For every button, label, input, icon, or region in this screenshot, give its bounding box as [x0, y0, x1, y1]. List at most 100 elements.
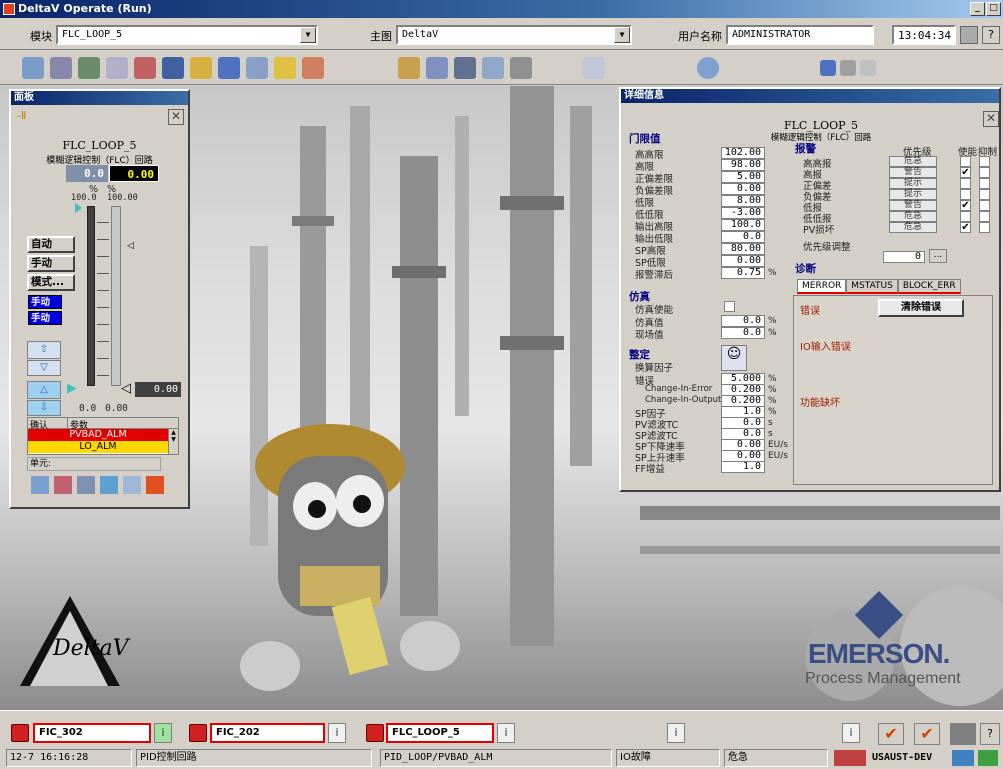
alarm-enable-checkbox[interactable]: ✔	[960, 222, 971, 233]
layout-icon[interactable]	[820, 60, 836, 76]
alarm-suppress-checkbox[interactable]	[979, 156, 990, 167]
limit-value[interactable]: 80.00	[721, 243, 765, 255]
alarm-horn-icon[interactable]	[189, 724, 207, 742]
tuning-value[interactable]: 1.0	[721, 461, 765, 473]
silence-horn-icon[interactable]	[950, 723, 976, 745]
graphics-icon[interactable]	[162, 57, 184, 79]
alarm-horn-icon[interactable]	[366, 724, 384, 742]
print-icon[interactable]	[50, 57, 72, 79]
alarm-priority[interactable]: 危急	[889, 156, 937, 167]
limit-value[interactable]: 102.00	[721, 147, 765, 159]
detail-icon[interactable]	[31, 476, 49, 494]
alarm-list-scrollbar[interactable]: ▲ ▼	[168, 429, 178, 454]
alarm-row-lo[interactable]: LO_ALM	[28, 441, 168, 453]
ack-check-icon[interactable]	[146, 476, 164, 494]
help-button[interactable]: ?	[982, 26, 1000, 44]
navigate-icon[interactable]	[22, 57, 44, 79]
alarm-suppress-checkbox[interactable]	[979, 211, 990, 222]
info-button-fic302[interactable]: i	[154, 723, 172, 743]
clear-errors-button[interactable]: 清除错误	[878, 299, 964, 317]
alarm-suppress-checkbox[interactable]	[979, 167, 990, 178]
limit-value[interactable]: 0.75	[721, 267, 765, 279]
chart-icon[interactable]	[106, 57, 128, 79]
list-icon[interactable]	[302, 57, 324, 79]
minimize-button[interactable]: _	[970, 2, 985, 16]
limit-value[interactable]: 8.00	[721, 195, 765, 207]
tools-icon[interactable]	[510, 57, 532, 79]
help-small-icon[interactable]	[860, 60, 876, 76]
event-chronicle-icon[interactable]	[482, 57, 504, 79]
module-select[interactable]: FLC_LOOP_5 ▼	[56, 25, 318, 45]
mode-select-button[interactable]: 模式...	[27, 274, 75, 291]
alarm-enable-checkbox[interactable]: ✔	[960, 200, 971, 211]
limit-value[interactable]: -3.00	[721, 207, 765, 219]
alarm-horn-icon[interactable]	[11, 724, 29, 742]
trend-icon[interactable]	[77, 476, 95, 494]
output-value[interactable]: 0.00	[135, 382, 181, 397]
lower-fast-button[interactable]: ⇩	[27, 400, 61, 416]
process-history-icon[interactable]	[454, 57, 476, 79]
help-button[interactable]: ?	[980, 723, 1000, 745]
alarm-priority[interactable]: 提示	[889, 189, 937, 200]
main-display-select[interactable]: DeltaV ▼	[396, 25, 632, 45]
alarm-banner-fic302[interactable]: FIC_302	[33, 723, 151, 743]
auto-mode-button[interactable]: 自动	[27, 236, 75, 253]
priority-adjust-button[interactable]: ...	[929, 249, 947, 263]
limit-value[interactable]: 0.0	[721, 231, 765, 243]
clock-icon[interactable]	[697, 57, 719, 79]
alarm-enable-checkbox[interactable]	[960, 178, 971, 189]
tune-icon[interactable]	[100, 476, 118, 494]
alarm-summary-icon[interactable]	[134, 57, 156, 79]
faceplate-icon[interactable]	[78, 57, 100, 79]
manual-mode-button[interactable]: 手动	[27, 255, 75, 272]
tab-merror[interactable]: MERROR	[797, 279, 847, 294]
alarm-priority[interactable]: 提示	[889, 178, 937, 189]
info-button-empty-2[interactable]: i	[842, 723, 860, 743]
print-icon[interactable]	[960, 26, 978, 44]
alarm-suppress-checkbox[interactable]	[979, 200, 990, 211]
alarm-icon[interactable]	[54, 476, 72, 494]
alarm-suppress-checkbox[interactable]	[979, 189, 990, 200]
limit-value[interactable]: 100.0	[721, 219, 765, 231]
alarm-row-pvbad[interactable]: PVBAD_ALM	[28, 429, 168, 441]
alarm-priority[interactable]: 警告	[889, 167, 937, 178]
tuning-robot-icon[interactable]: ☺	[721, 345, 747, 371]
sim-value[interactable]: 0.0	[721, 315, 765, 327]
raise-slow-button[interactable]: ▽	[27, 360, 61, 376]
alarm-suppress-checkbox[interactable]	[979, 178, 990, 189]
alarm-priority[interactable]: 危急	[889, 222, 937, 233]
tab-block-err[interactable]: BLOCK_ERR	[897, 279, 961, 294]
sim-enable-checkbox[interactable]	[724, 301, 735, 312]
window-icon[interactable]	[246, 57, 268, 79]
limit-value[interactable]: 0.00	[721, 255, 765, 267]
alarm-enable-checkbox[interactable]	[960, 211, 971, 222]
alarm-priority[interactable]: 危急	[889, 211, 937, 222]
priority-adjust-value[interactable]: 0	[883, 251, 925, 263]
back-arrow-icon[interactable]	[218, 57, 240, 79]
limit-value[interactable]: 5.00	[721, 171, 765, 183]
chevron-down-icon[interactable]: ▼	[614, 27, 630, 43]
raise-fast-button[interactable]: ⇧	[27, 341, 61, 359]
alarm-enable-checkbox[interactable]: ✔	[960, 167, 971, 178]
alarm-banner-flc-loop5[interactable]: FLC_LOOP_5	[386, 723, 494, 743]
tab-mstatus[interactable]: MSTATUS	[846, 279, 898, 294]
user-login-icon[interactable]	[583, 57, 605, 79]
bell-icon[interactable]	[274, 57, 296, 79]
close-icon[interactable]: ✕	[983, 111, 999, 127]
info-button-empty[interactable]: i	[667, 723, 685, 743]
alarm-banner-fic202[interactable]: FIC_202	[210, 723, 325, 743]
diagnostics-icon[interactable]	[123, 476, 141, 494]
open-folder-icon[interactable]	[190, 57, 212, 79]
alarm-suppress-checkbox[interactable]	[979, 222, 990, 233]
print-small-icon[interactable]	[840, 60, 856, 76]
limit-value[interactable]: 98.00	[721, 159, 765, 171]
maximize-button[interactable]: □	[986, 2, 1001, 16]
info-button-flc-loop5[interactable]: i	[497, 723, 515, 743]
alarm-enable-checkbox[interactable]	[960, 156, 971, 167]
chevron-down-icon[interactable]: ▼	[300, 27, 316, 43]
lower-slow-button[interactable]: △	[27, 381, 61, 399]
ack-all-icon[interactable]: ✔	[914, 723, 940, 745]
alarm-priority[interactable]: 警告	[889, 200, 937, 211]
diagnostics-icon[interactable]	[426, 57, 448, 79]
info-button-fic202[interactable]: i	[328, 723, 346, 743]
